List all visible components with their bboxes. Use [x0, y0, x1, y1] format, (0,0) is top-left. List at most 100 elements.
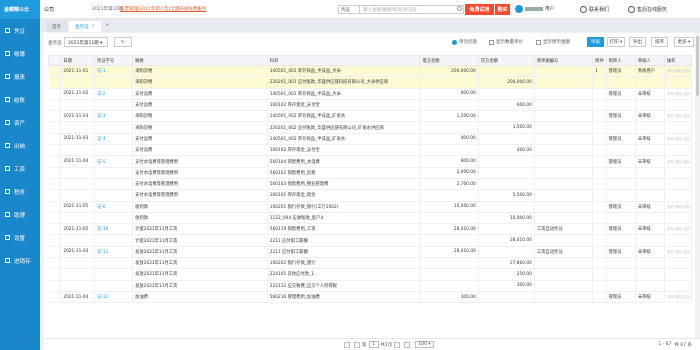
row-checkbox[interactable] — [48, 121, 62, 134]
more-button[interactable]: 更多 ▾ — [674, 37, 694, 47]
option-unit-issue[interactable]: 单元问题 — [452, 39, 477, 45]
attachment-cell[interactable] — [592, 155, 607, 168]
row-checkbox[interactable] — [48, 291, 62, 304]
row-actions[interactable] — [664, 189, 693, 202]
row-actions[interactable] — [664, 99, 693, 112]
row-actions[interactable] — [664, 212, 693, 225]
row-checkbox[interactable] — [48, 223, 62, 236]
select-all-checkbox[interactable] — [47, 55, 62, 66]
free-trial-button[interactable]: 免费试用 — [465, 4, 494, 15]
table-row[interactable]: 发放2021年11月工资 222112 应交税费_应交个人所得税 300.00 — [48, 280, 693, 292]
table-row[interactable]: 2021-11-04 记-12 加油费 560216 管理费用_加油费 100.00 管理… — [48, 291, 693, 304]
row-checkbox[interactable] — [48, 155, 62, 168]
voucher-no-cell[interactable]: 记-4 — [94, 133, 134, 146]
table-row[interactable]: 支付水电费等管理费用 560103 销售费用_物业管理费 2,700.00 — [48, 178, 693, 191]
scrollbar-thumb[interactable] — [696, 36, 699, 96]
table-row[interactable]: 发放2021年11月工资 224101 其他应付款_1 250.00 — [48, 268, 693, 281]
voucher-no-cell[interactable]: 记-2 — [94, 88, 134, 100]
voucher-no-cell[interactable] — [94, 99, 134, 112]
attachment-cell[interactable]: 1 — [592, 65, 607, 78]
row-actions[interactable]: 修改·删除·复制 — [664, 88, 693, 100]
sort-button[interactable]: 排序 — [651, 37, 668, 47]
row-actions[interactable]: 修改·删除·复制 — [664, 155, 693, 168]
service-link[interactable]: 售后在线服务 — [628, 6, 667, 13]
attachment-cell[interactable] — [592, 178, 607, 191]
voucher-no-cell[interactable] — [94, 178, 134, 191]
row-actions[interactable]: 修改·删除·复制 — [664, 223, 693, 236]
voucher-no-cell[interactable] — [94, 167, 134, 179]
row-actions[interactable] — [664, 234, 693, 247]
user-menu[interactable]: 用户 — [515, 5, 554, 13]
row-actions[interactable]: 修改·删除·复制 — [664, 110, 693, 123]
buy-button[interactable]: 购买 — [495, 4, 510, 15]
table-row[interactable]: 2021-11-04 记-5 支付水电费等管理费用 560104 销售费用_水电费 80… — [48, 155, 693, 168]
row-checkbox[interactable] — [48, 234, 62, 247]
attachment-cell[interactable] — [592, 291, 607, 304]
search-input[interactable]: 输入金额/摘要/科目/凭证号 — [360, 5, 464, 14]
voucher-no-cell[interactable]: 记-10 — [94, 223, 134, 236]
option-show-qty[interactable]: 显示数量单价 — [489, 39, 523, 45]
voucher-no-cell[interactable] — [94, 257, 134, 270]
attachment-cell[interactable] — [592, 133, 607, 146]
voucher-no-cell[interactable]: 记-11 — [94, 246, 134, 259]
table-row[interactable]: 支付运费 100102 库存现金_支付宝 400.00 — [48, 144, 693, 157]
sidebar-item-inventory[interactable]: 进销存 — [0, 249, 40, 272]
row-checkbox[interactable] — [48, 246, 62, 259]
row-actions[interactable] — [664, 257, 693, 270]
company-name[interactable]: 公司 — [44, 6, 54, 13]
table-row[interactable]: 2021-11-03 记-11 发放2021年11月工资 2211 应付职工薪酬 28,… — [48, 246, 693, 259]
attachment-cell[interactable] — [592, 268, 607, 281]
next-page-button[interactable] — [394, 341, 401, 348]
notice-link[interactable]: 发票管理|2021年新公告|全面升级免费服务 — [120, 6, 206, 12]
attachment-cell[interactable] — [592, 201, 607, 213]
row-checkbox[interactable] — [48, 280, 62, 292]
sidebar-item-payroll[interactable]: 工资 — [0, 157, 40, 180]
row-actions[interactable] — [664, 121, 693, 134]
table-row[interactable]: 计提2021年11月工资 2211 应付职工薪酬 28,410.00 — [48, 234, 693, 247]
col-voucher-no[interactable]: 凭证字号 — [93, 55, 134, 66]
row-checkbox[interactable] — [48, 88, 62, 100]
table-row[interactable]: 发放2021年11月工资 100202 银行存款_建行 27,860.00 — [48, 257, 693, 270]
voucher-no-cell[interactable] — [94, 234, 134, 247]
row-checkbox[interactable] — [48, 65, 62, 78]
table-row[interactable]: 2021-11-03 记-4 支付运费 140501_002 库存商品_半成品_矿泉水… — [48, 133, 693, 146]
row-actions[interactable] — [664, 268, 693, 281]
row-actions[interactable] — [664, 280, 693, 292]
row-actions[interactable]: 修改·删除·复制 — [664, 291, 693, 304]
voucher-no-cell[interactable] — [94, 280, 134, 292]
row-checkbox[interactable] — [48, 189, 62, 202]
row-actions[interactable] — [664, 76, 693, 89]
attachment-cell[interactable] — [592, 121, 607, 134]
row-checkbox[interactable] — [48, 110, 62, 123]
attachment-cell[interactable] — [592, 99, 607, 112]
row-checkbox[interactable] — [48, 144, 62, 157]
print-button[interactable]: 打印 ▾ — [607, 37, 625, 47]
row-checkbox[interactable] — [48, 178, 62, 191]
row-checkbox[interactable] — [48, 212, 62, 225]
table-row[interactable]: 支付水电费等管理费用 560102 销售费用_房租 2,000.00 — [48, 167, 693, 179]
export-button[interactable]: 导出 — [629, 37, 646, 47]
attachment-cell[interactable] — [592, 167, 607, 179]
attachment-cell[interactable] — [592, 110, 607, 123]
row-actions[interactable]: 修改·删除·复制 — [664, 65, 693, 78]
voucher-no-cell[interactable]: 记-5 — [94, 155, 134, 168]
table-row[interactable]: 支付水电费等管理费用 100101 库存现金_现金 5,500.00 — [48, 189, 693, 202]
attachment-cell[interactable] — [592, 212, 607, 225]
refresh-button[interactable]: ↻ — [114, 37, 132, 47]
table-row[interactable]: 2021-11-02 记-2 支付运费 140501_001 库存商品_半成品_大米 6… — [48, 88, 693, 100]
attachment-cell[interactable] — [592, 223, 607, 236]
row-checkbox[interactable] — [48, 99, 62, 112]
attachment-cell[interactable] — [592, 144, 607, 157]
attachment-cell[interactable] — [592, 234, 607, 247]
chevron-down-icon[interactable]: ▾ — [106, 23, 108, 28]
row-actions[interactable]: 修改·删除·复制 — [664, 201, 693, 213]
row-checkbox[interactable] — [48, 167, 62, 179]
audit-button[interactable]: 审核 — [587, 37, 604, 47]
search-icon[interactable] — [457, 6, 462, 11]
tab-home[interactable]: 首页 — [46, 21, 67, 32]
sidebar-item-reports[interactable]: 报表 — [0, 65, 40, 88]
voucher-no-cell[interactable]: 记-3 — [94, 110, 134, 123]
row-actions[interactable]: 修改·删除·复制 — [664, 246, 693, 259]
voucher-no-cell[interactable] — [94, 189, 134, 202]
attachment-cell[interactable] — [592, 189, 607, 202]
